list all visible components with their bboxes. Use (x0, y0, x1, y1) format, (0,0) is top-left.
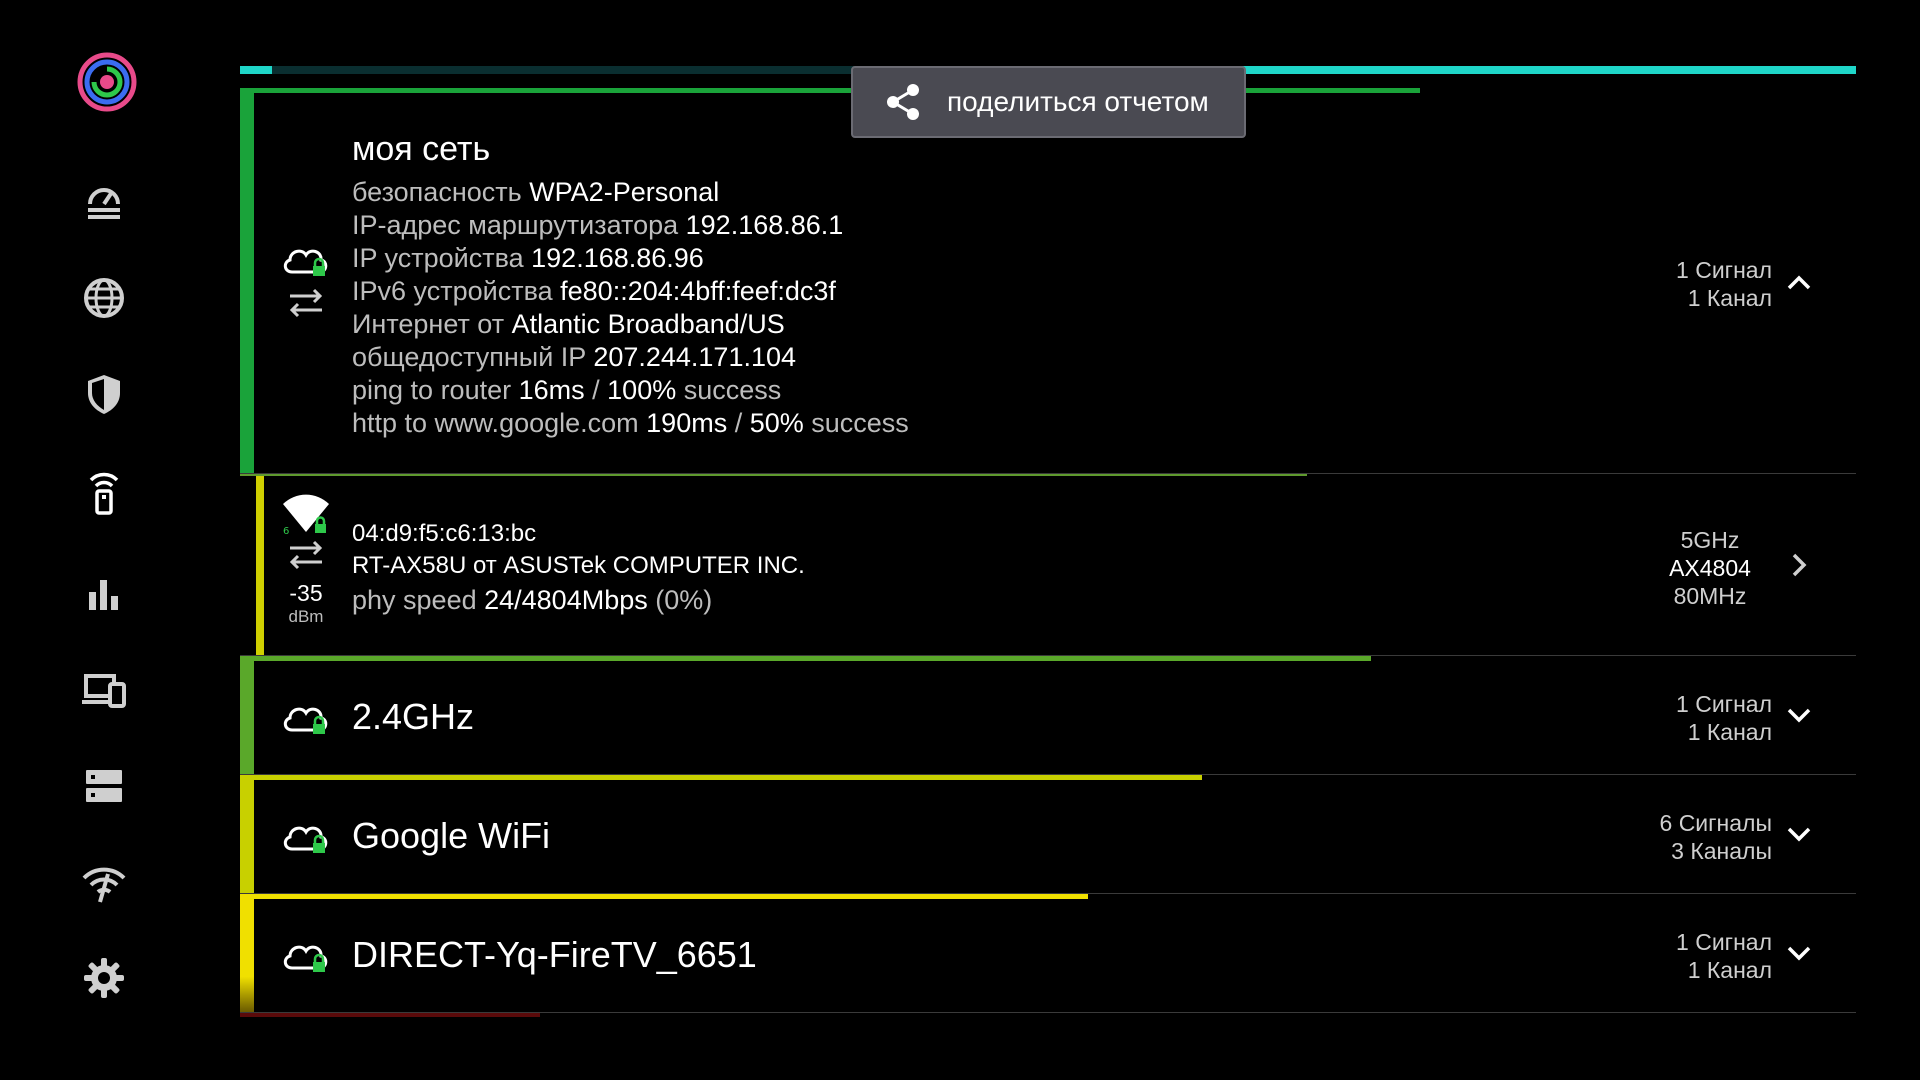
network-row-direct-firetv[interactable]: DIRECT-Yq-FireTV_6651 1 Сигнал 1 Канал (240, 894, 1856, 1013)
transfer-arrows-icon (289, 288, 323, 318)
wifi-remote-icon (89, 472, 119, 515)
network-title: 2.4GHz (352, 696, 475, 737)
ap-vendor: RT-AX58U от ASUSTek COMPUTER INC. (352, 552, 805, 579)
signal-channel-summary: 6 Сигналы 3 Каналы (1612, 809, 1772, 865)
network-row-my-network[interactable]: моя сеть безопасность WPA2-Personal IP-а… (240, 88, 1856, 474)
channel-count: 1 Канал (1687, 719, 1772, 745)
transfer-arrows-icon (289, 540, 323, 570)
chevron-up-icon[interactable] (1784, 268, 1814, 298)
signal-count: 6 Сигналы (1659, 810, 1772, 836)
sidebar-item-security[interactable] (74, 364, 134, 424)
chevron-down-icon[interactable] (1784, 700, 1814, 730)
wifi-off-icon (82, 867, 126, 903)
ap-phy-speed: phy speed 24/4804Mbps (0%) (352, 585, 713, 615)
sidebar-item-internet[interactable] (74, 268, 134, 328)
ap-radio-info: 5GHz AX4804 80MHz (1650, 526, 1770, 610)
detail-device-ip: IP устройства 192.168.86.96 (352, 243, 704, 273)
share-report-label: поделиться отчетом (947, 86, 1209, 117)
sidebar-item-statistics[interactable] (74, 564, 134, 624)
svg-text:6: 6 (283, 526, 289, 536)
sidebar-item-settings[interactable] (74, 948, 134, 1008)
sidebar-item-wifi-remote[interactable] (74, 462, 134, 522)
globe-icon (84, 278, 124, 318)
cloud-lock-icon (283, 945, 328, 972)
share-report-button[interactable]: поделиться отчетом (851, 66, 1246, 138)
network-details: безопасность WPA2-Personal IP-адрес марш… (352, 176, 909, 440)
signal-channel-summary: 1 Сигнал 1 Канал (1612, 928, 1772, 984)
signal-strength-line (240, 894, 1089, 899)
signal-channel-summary: 1 Сигнал 1 Канал (1612, 256, 1772, 312)
detail-ping-router: ping to router 16ms / 100% success (352, 375, 782, 405)
sidebar (0, 0, 210, 1080)
rssi-unit: dBm (288, 607, 324, 626)
chevron-down-icon[interactable] (1784, 819, 1814, 849)
wifi-lock-icon: 6 (283, 494, 329, 536)
channel-count: 3 Каналы (1671, 838, 1772, 864)
ap-mac: 04:d9:f5:c6:13:bc (352, 520, 537, 547)
network-title: Google WiFi (352, 815, 551, 856)
progress-segment (240, 66, 273, 74)
bar-chart-icon (89, 580, 118, 610)
cloud-lock-icon (283, 707, 328, 734)
detail-security: безопасность WPA2-Personal (352, 177, 720, 207)
channel-count: 1 Канал (1687, 957, 1772, 983)
app-logo-icon[interactable] (77, 52, 137, 112)
ap-channel-width: 80MHz (1673, 583, 1747, 609)
detail-public-ip: общедоступный IP 207.244.171.104 (352, 342, 797, 372)
network-row-google-wifi[interactable]: Google WiFi 6 Сигналы 3 Каналы (240, 775, 1856, 894)
signal-count: 1 Сигнал (1676, 929, 1772, 955)
signal-strength-line (240, 656, 1372, 661)
chevron-down-icon[interactable] (1784, 938, 1814, 968)
detail-router-ip: IP-адрес маршрутизатора 192.168.86.1 (352, 210, 844, 240)
detail-isp: Интернет от Atlantic Broadband/US (352, 309, 785, 339)
network-title: моя сеть (352, 130, 491, 168)
signal-color-bar (240, 775, 254, 893)
signal-color-bar (240, 894, 254, 1012)
next-row-indicator (240, 1013, 540, 1017)
network-title: DIRECT-Yq-FireTV_6651 (352, 934, 757, 975)
server-icon (86, 770, 122, 802)
network-row-2-4ghz[interactable]: 2.4GHz 1 Сигнал 1 Канал (240, 656, 1856, 775)
share-icon (887, 84, 919, 120)
signal-channel-summary: 1 Сигнал 1 Канал (1612, 690, 1772, 746)
chevron-right-icon[interactable] (1784, 550, 1814, 580)
signal-color-bar (240, 656, 254, 774)
sidebar-item-wifi-off[interactable] (74, 852, 134, 912)
signal-count: 1 Сигнал (1676, 257, 1772, 283)
ap-band: 5GHz (1680, 527, 1740, 553)
gear-icon (84, 958, 124, 998)
signal-color-bar (240, 88, 254, 473)
detail-http-google: http to www.google.com 190ms / 50% succe… (352, 408, 909, 438)
shield-icon (88, 375, 120, 414)
cloud-lock-icon (283, 249, 328, 276)
signal-strength-line (240, 775, 1202, 780)
access-point-details: 04:d9:f5:c6:13:bc RT-AX58U от ASUSTek CO… (352, 518, 805, 618)
cloud-lock-icon (283, 826, 328, 853)
sidebar-item-servers[interactable] (74, 756, 134, 816)
sidebar-item-devices[interactable] (74, 660, 134, 720)
detail-device-ipv6: IPv6 устройства fe80::204:4bff:feef:dc3f (352, 276, 836, 306)
speedometer-icon (88, 188, 120, 219)
signal-strength-line (240, 474, 1307, 476)
rssi-value: -35 (289, 580, 323, 606)
devices-icon (82, 674, 126, 708)
signal-count: 1 Сигнал (1676, 691, 1772, 717)
sidebar-item-speedtest[interactable] (74, 172, 134, 232)
access-point-row[interactable]: 6 -35 dBm 04:d9:f5:c6:13:bc RT-AX58U от … (240, 474, 1856, 656)
ap-standard: AX4804 (1669, 555, 1751, 581)
channel-count: 1 Канал (1687, 285, 1772, 311)
signal-color-bar (256, 474, 264, 655)
